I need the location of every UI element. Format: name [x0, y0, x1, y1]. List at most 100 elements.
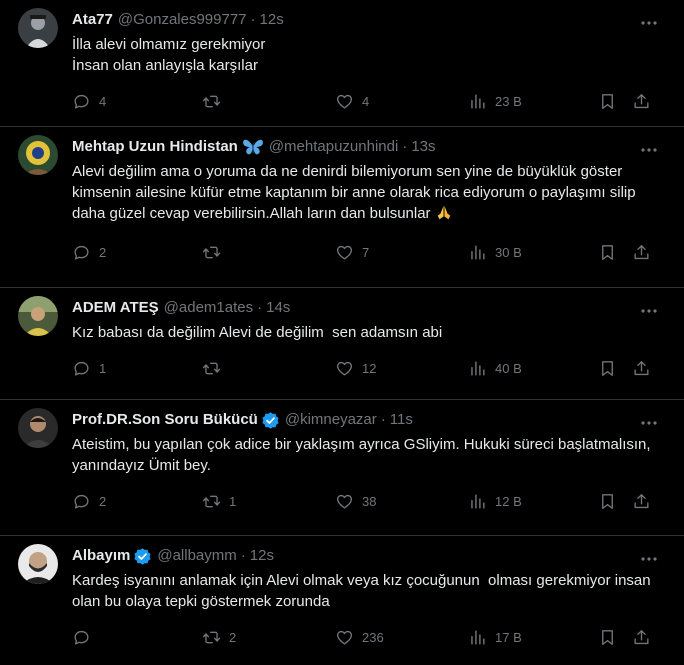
- reply-icon: [74, 245, 89, 260]
- reply-count: 2: [99, 493, 107, 509]
- retweet-button[interactable]: [202, 243, 335, 262]
- author-handle[interactable]: @adem1ates: [164, 298, 253, 318]
- views-count: 12 B: [495, 493, 522, 509]
- author-name[interactable]: Mehtap Uzun Hindistan: [72, 137, 238, 157]
- tweet[interactable]: ADEM ATEŞ @adem1ates · 14s Kız babası da…: [0, 288, 684, 400]
- share-button[interactable]: [632, 92, 652, 111]
- tweet[interactable]: Prof.DR.Son Soru Bükücü @kimneyazar · 11…: [0, 400, 684, 536]
- tweet-text: Kız babası da değilim Alevi de değilim s…: [72, 324, 443, 341]
- views-chart-icon: [471, 93, 485, 109]
- folded-hands-icon: [435, 203, 453, 227]
- timestamp[interactable]: 14s: [266, 298, 290, 318]
- like-button[interactable]: 7: [335, 243, 468, 262]
- avatar[interactable]: [18, 544, 58, 584]
- like-button[interactable]: 12: [335, 359, 468, 378]
- bookmark-button[interactable]: [598, 492, 632, 511]
- like-count: 12: [362, 360, 377, 376]
- share-button[interactable]: [632, 492, 652, 511]
- author-name[interactable]: Prof.DR.Son Soru Bükücü: [72, 410, 258, 430]
- bookmark-button[interactable]: [598, 359, 632, 378]
- author-name[interactable]: Albayım: [72, 546, 130, 566]
- more-options-icon[interactable]: [640, 14, 658, 32]
- separator-dot: ·: [240, 547, 246, 564]
- views-button[interactable]: 17 B: [468, 628, 598, 647]
- views-count: 40 B: [495, 360, 522, 376]
- author-handle[interactable]: @kimneyazar: [285, 410, 377, 430]
- avatar[interactable]: [18, 296, 58, 336]
- heart-icon: [336, 361, 353, 376]
- tweet-actions: 2 236 17 B: [72, 618, 668, 656]
- tweet-header: Albayım @allbaymm · 12s: [72, 546, 668, 566]
- retweet-button[interactable]: 1: [202, 492, 335, 511]
- more-options-icon[interactable]: [640, 141, 658, 159]
- retweet-icon: [202, 246, 221, 258]
- avatar[interactable]: [18, 135, 58, 175]
- views-button[interactable]: 23 B: [468, 92, 598, 111]
- share-icon: [634, 93, 649, 108]
- share-icon: [634, 629, 649, 644]
- views-chart-icon: [471, 493, 485, 509]
- views-button[interactable]: 30 B: [468, 243, 598, 262]
- tweet-text: İlla alevi olmamız gerekmiyor İnsan olan…: [72, 36, 266, 74]
- timestamp[interactable]: 12s: [250, 546, 274, 566]
- separator-dot: ·: [250, 11, 256, 28]
- bookmark-button[interactable]: [598, 92, 632, 111]
- retweet-button[interactable]: [202, 92, 335, 111]
- timestamp[interactable]: 11s: [390, 410, 413, 430]
- more-options-icon[interactable]: [640, 302, 658, 320]
- tweet[interactable]: Mehtap Uzun Hindistan @mehtapuzunhindi ·…: [0, 127, 684, 288]
- more-options-icon[interactable]: [640, 550, 658, 568]
- reply-button[interactable]: 4: [72, 92, 202, 111]
- retweet-icon: [202, 362, 221, 374]
- tweet-actions: 2 1 38 12 B: [72, 482, 668, 520]
- reply-button[interactable]: 2: [72, 492, 202, 511]
- reply-icon: [74, 361, 89, 376]
- retweet-count: 2: [229, 629, 237, 645]
- reply-count: 1: [99, 360, 107, 376]
- tweet-text: Ateistim, bu yapılan çok adice bir yakla…: [72, 436, 655, 474]
- author-name[interactable]: Ata77: [72, 10, 113, 30]
- bookmark-button[interactable]: [598, 243, 632, 262]
- share-button[interactable]: [632, 628, 652, 647]
- retweet-icon: [202, 495, 221, 507]
- retweet-button[interactable]: 2: [202, 628, 335, 647]
- tweet[interactable]: Albayım @allbaymm · 12s Kardeş isyanını …: [0, 536, 684, 665]
- author-handle[interactable]: @mehtapuzunhindi: [269, 137, 398, 157]
- bookmark-button[interactable]: [598, 628, 632, 647]
- author-name[interactable]: ADEM ATEŞ: [72, 298, 159, 318]
- like-button[interactable]: 236: [335, 628, 468, 647]
- views-button[interactable]: 40 B: [468, 359, 598, 378]
- share-icon: [634, 493, 649, 508]
- like-button[interactable]: 38: [335, 492, 468, 511]
- reply-button[interactable]: [72, 628, 202, 647]
- reply-button[interactable]: 2: [72, 243, 202, 262]
- more-options-icon[interactable]: [640, 414, 658, 432]
- views-count: 23 B: [495, 93, 522, 109]
- separator-dot: ·: [257, 299, 263, 316]
- tweet-actions: 1 12 40 B: [72, 349, 668, 387]
- author-handle[interactable]: @allbaymm: [157, 546, 236, 566]
- like-button[interactable]: 4: [335, 92, 468, 111]
- bookmark-icon: [602, 493, 613, 509]
- bookmark-icon: [602, 629, 613, 645]
- separator-dot: ·: [380, 411, 386, 428]
- timeline-feed: Ata77 @Gonzales999777 · 12s İlla alevi o…: [0, 0, 684, 665]
- share-button[interactable]: [632, 243, 652, 262]
- author-handle[interactable]: @Gonzales999777: [118, 10, 247, 30]
- retweet-button[interactable]: [202, 359, 335, 378]
- avatar[interactable]: [18, 408, 58, 448]
- bookmark-icon: [602, 93, 613, 109]
- avatar[interactable]: [18, 8, 58, 48]
- timestamp[interactable]: 12s: [260, 10, 284, 30]
- tweet[interactable]: Ata77 @Gonzales999777 · 12s İlla alevi o…: [0, 0, 684, 127]
- like-count: 7: [362, 244, 370, 260]
- tweet-actions: 4 4 23 B: [72, 82, 668, 120]
- share-button[interactable]: [632, 359, 652, 378]
- tweet-text: Alevi değilim ama o yoruma da ne denirdi…: [72, 161, 662, 227]
- views-button[interactable]: 12 B: [468, 492, 598, 511]
- reply-button[interactable]: 1: [72, 359, 202, 378]
- share-icon: [634, 244, 649, 259]
- timestamp[interactable]: 13s: [411, 137, 435, 157]
- tweet-text-content: Alevi değilim ama o yoruma da ne denirdi…: [72, 163, 640, 222]
- reply-count: 4: [99, 93, 107, 109]
